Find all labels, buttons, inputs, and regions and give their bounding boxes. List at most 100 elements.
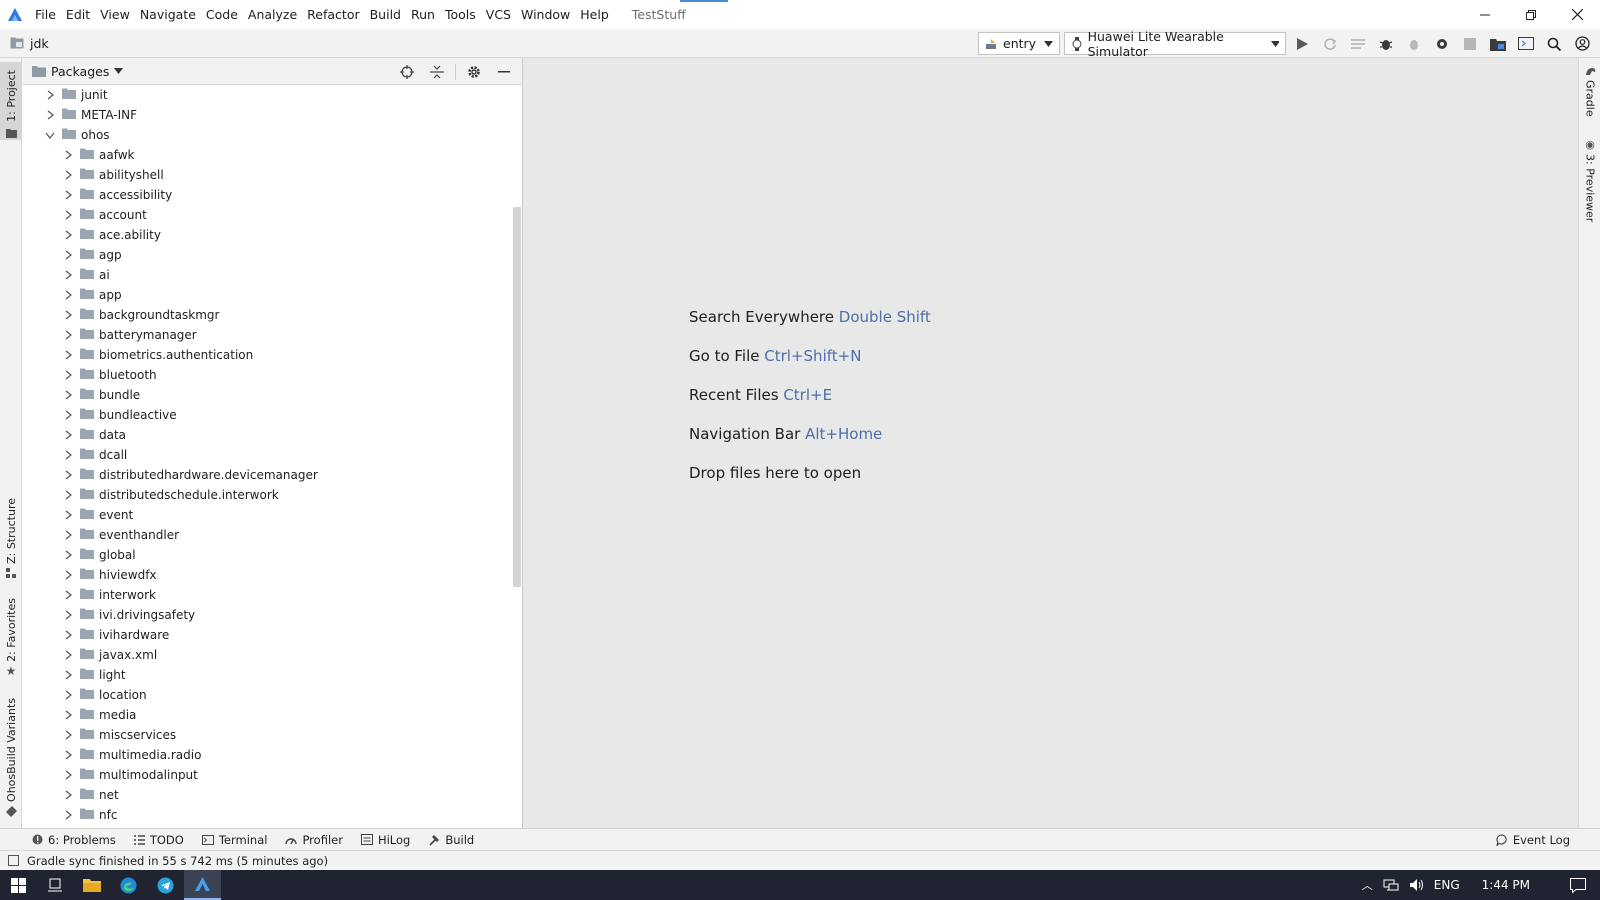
- chevron-right-icon[interactable]: [62, 589, 74, 601]
- tree-node[interactable]: backgroundtaskmgr: [22, 305, 523, 325]
- chevron-right-icon[interactable]: [62, 729, 74, 741]
- tree-node[interactable]: META-INF: [22, 105, 523, 125]
- tab-build[interactable]: Build: [419, 829, 483, 851]
- chevron-right-icon[interactable]: [62, 229, 74, 241]
- tree-node[interactable]: media: [22, 705, 523, 725]
- tree-node[interactable]: net: [22, 785, 523, 805]
- tree-node[interactable]: biometrics.authentication: [22, 345, 523, 365]
- chevron-right-icon[interactable]: [62, 749, 74, 761]
- tab-todo[interactable]: TODO: [125, 829, 193, 851]
- close-window-button[interactable]: [1554, 0, 1600, 29]
- tree-node[interactable]: ai: [22, 265, 523, 285]
- chevron-right-icon[interactable]: [62, 549, 74, 561]
- tree-node[interactable]: javax.xml: [22, 645, 523, 665]
- chevron-right-icon[interactable]: [62, 489, 74, 501]
- rerun-button[interactable]: [1318, 32, 1342, 56]
- tree-node[interactable]: nfc: [22, 805, 523, 825]
- panel-settings-button[interactable]: [462, 60, 486, 84]
- tree-node[interactable]: ace.ability: [22, 225, 523, 245]
- chevron-right-icon[interactable]: [62, 269, 74, 281]
- chevron-right-icon[interactable]: [62, 629, 74, 641]
- view-mode-select[interactable]: Packages: [22, 64, 124, 79]
- search-everywhere-button[interactable]: [1542, 32, 1566, 56]
- chevron-down-icon[interactable]: [44, 129, 56, 141]
- attach-debugger-button[interactable]: [1402, 32, 1426, 56]
- chevron-right-icon[interactable]: [62, 569, 74, 581]
- tree-node[interactable]: junit: [22, 85, 523, 105]
- minimize-button[interactable]: [1462, 0, 1508, 29]
- tree-node[interactable]: interwork: [22, 585, 523, 605]
- chevron-right-icon[interactable]: [62, 469, 74, 481]
- chevron-right-icon[interactable]: [62, 309, 74, 321]
- tab-favorites[interactable]: 2: Favorites ★: [0, 598, 22, 678]
- chevron-right-icon[interactable]: [62, 329, 74, 341]
- tree-node[interactable]: ivihardware: [22, 625, 523, 645]
- tree-node[interactable]: global: [22, 545, 523, 565]
- collapse-all-button[interactable]: [425, 60, 449, 84]
- chevron-right-icon[interactable]: [62, 389, 74, 401]
- run-button[interactable]: [1290, 32, 1314, 56]
- chevron-right-icon[interactable]: [62, 349, 74, 361]
- menu-code[interactable]: Code: [201, 0, 243, 29]
- chevron-right-icon[interactable]: [62, 609, 74, 621]
- chevron-right-icon[interactable]: [62, 209, 74, 221]
- chevron-right-icon[interactable]: [62, 649, 74, 661]
- tree-node[interactable]: dcall: [22, 445, 523, 465]
- project-structure-button[interactable]: [1486, 32, 1510, 56]
- tab-event-log[interactable]: Event Log: [1496, 829, 1570, 851]
- device-select[interactable]: Huawei Lite Wearable Simulator: [1064, 29, 1286, 59]
- tree-node[interactable]: ivi.drivingsafety: [22, 605, 523, 625]
- tree-node[interactable]: event: [22, 505, 523, 525]
- menu-view[interactable]: View: [95, 0, 135, 29]
- tree-node[interactable]: app: [22, 285, 523, 305]
- tree-node[interactable]: location: [22, 685, 523, 705]
- chevron-right-icon[interactable]: [62, 769, 74, 781]
- tab-gradle[interactable]: Gradle: [1579, 66, 1600, 130]
- locate-file-button[interactable]: [395, 60, 419, 84]
- chevron-right-icon[interactable]: [44, 109, 56, 121]
- tree-node[interactable]: accessibility: [22, 185, 523, 205]
- chevron-right-icon[interactable]: [62, 169, 74, 181]
- menu-refactor[interactable]: Refactor: [302, 0, 364, 29]
- taskbar-deveco-studio[interactable]: [184, 870, 221, 900]
- chevron-right-icon[interactable]: [62, 809, 74, 821]
- tree-scrollbar[interactable]: [513, 207, 521, 587]
- tab-previewer[interactable]: ◉ 3: Previewer: [1579, 138, 1600, 222]
- chevron-right-icon[interactable]: [62, 249, 74, 261]
- stop-button[interactable]: [1458, 32, 1482, 56]
- task-view-button[interactable]: [36, 870, 73, 900]
- chevron-up-icon[interactable]: ︿: [1362, 877, 1373, 893]
- chevron-right-icon[interactable]: [62, 289, 74, 301]
- tab-terminal[interactable]: Terminal: [193, 829, 277, 851]
- tree-node[interactable]: distributedhardware.devicemanager: [22, 465, 523, 485]
- input-language[interactable]: ENG: [1434, 878, 1460, 892]
- debug-button[interactable]: [1374, 32, 1398, 56]
- start-button[interactable]: [0, 870, 36, 900]
- tab-hilog[interactable]: HiLog: [352, 829, 419, 851]
- tab-project[interactable]: 1: Project: [0, 62, 22, 140]
- chevron-right-icon[interactable]: [62, 149, 74, 161]
- tree-node[interactable]: bundleactive: [22, 405, 523, 425]
- chevron-right-icon[interactable]: [44, 89, 56, 101]
- tree-node[interactable]: multimedia.radio: [22, 745, 523, 765]
- tree-node[interactable]: account: [22, 205, 523, 225]
- restore-button[interactable]: [1508, 0, 1554, 29]
- chevron-right-icon[interactable]: [62, 409, 74, 421]
- profile-button[interactable]: [1430, 32, 1454, 56]
- tree-node[interactable]: multimodalinput: [22, 765, 523, 785]
- coverage-button[interactable]: [1346, 32, 1370, 56]
- chevron-right-icon[interactable]: [62, 449, 74, 461]
- menu-run[interactable]: Run: [406, 0, 440, 29]
- chevron-right-icon[interactable]: [62, 789, 74, 801]
- notifications-icon[interactable]: [1570, 877, 1586, 893]
- tree-node[interactable]: aafwk: [22, 145, 523, 165]
- chevron-right-icon[interactable]: [62, 689, 74, 701]
- network-icon[interactable]: [1383, 878, 1399, 892]
- chevron-right-icon[interactable]: [62, 369, 74, 381]
- tree-node[interactable]: data: [22, 425, 523, 445]
- chevron-right-icon[interactable]: [62, 709, 74, 721]
- tree-node[interactable]: distributedschedule.interwork: [22, 485, 523, 505]
- tree-node[interactable]: bundle: [22, 385, 523, 405]
- menu-help[interactable]: Help: [575, 0, 614, 29]
- tree-node[interactable]: light: [22, 665, 523, 685]
